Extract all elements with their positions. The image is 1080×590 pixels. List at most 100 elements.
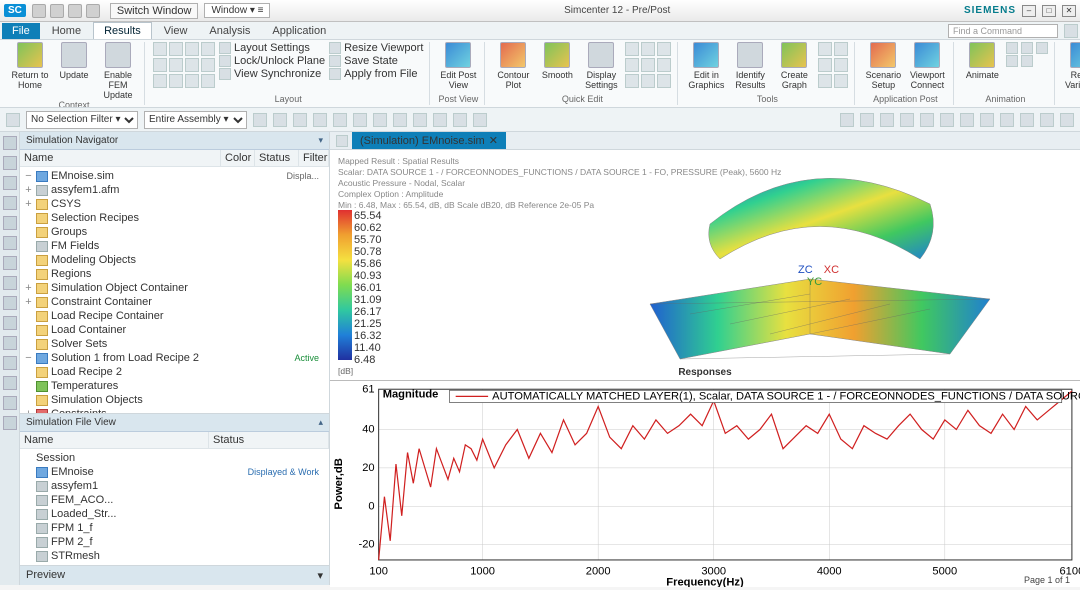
rail-icon[interactable]: [3, 276, 17, 290]
rail-icon[interactable]: [3, 356, 17, 370]
tree-node[interactable]: Solver Sets: [20, 337, 329, 351]
app-badge: SC: [4, 4, 26, 17]
tree-node[interactable]: +Simulation Object Container: [20, 281, 329, 295]
svg-text:Magnitude: Magnitude: [383, 388, 439, 400]
svg-text:3000: 3000: [701, 565, 726, 577]
save-state-button[interactable]: Save State: [329, 55, 423, 67]
sim-navigator-titlebar[interactable]: Simulation Navigator▾: [20, 132, 329, 150]
tree-node[interactable]: +assyfem1.afm: [20, 183, 329, 197]
tree-node[interactable]: +CSYS: [20, 197, 329, 211]
selection-filter-bar: No Selection Filter ▾ Entire Assembly ▾: [0, 108, 1080, 132]
edit-graphics-button[interactable]: Edit in Graphics: [686, 42, 726, 90]
selection-filter-dropdown[interactable]: No Selection Filter ▾: [26, 111, 138, 129]
tree-node[interactable]: Simulation Objects: [20, 393, 329, 407]
rail-icon[interactable]: [3, 176, 17, 190]
close-button[interactable]: ✕: [1062, 5, 1076, 17]
window-dropdown[interactable]: Window ▾ ≡: [204, 3, 270, 18]
rail-icon[interactable]: [3, 256, 17, 270]
svg-text:-20: -20: [358, 539, 374, 551]
edit-post-view-button[interactable]: Edit Post View: [438, 42, 478, 90]
tree-node[interactable]: FM Fields: [20, 239, 329, 253]
tree-node[interactable]: Load Container: [20, 323, 329, 337]
minimize-button[interactable]: –: [1022, 5, 1036, 17]
tree-node[interactable]: −Solution 1 from Load Recipe 2Active: [20, 351, 329, 365]
layout-grid[interactable]: [153, 42, 215, 88]
rail-icon[interactable]: [3, 336, 17, 350]
switch-window-button[interactable]: Switch Window: [110, 3, 199, 19]
xy-chart[interactable]: -200204061100100020003000400050006100Mag…: [330, 380, 1080, 587]
file-view-titlebar[interactable]: Simulation File View▴: [20, 414, 329, 432]
tree-node[interactable]: Modeling Objects: [20, 253, 329, 267]
lock-plane-button[interactable]: Lock/Unlock Plane: [219, 55, 325, 67]
qat-icon[interactable]: [86, 4, 100, 18]
qat-icon[interactable]: [32, 4, 46, 18]
result-variables-button[interactable]: Result Variables: [1063, 42, 1080, 90]
file-node[interactable]: assyfem1: [20, 479, 329, 493]
document-tabs: (Simulation) EMnoise.sim✕: [330, 132, 1080, 150]
return-home-button[interactable]: Return to Home: [10, 42, 50, 90]
scenario-setup-button[interactable]: Scenario Setup: [863, 42, 903, 90]
simulation-tree[interactable]: −EMnoise.simDispla... +assyfem1.afm+CSYS…: [20, 167, 329, 413]
rail-icon[interactable]: [3, 136, 17, 150]
command-search[interactable]: Find a Command: [948, 24, 1058, 38]
file-node[interactable]: Loaded_Str...: [20, 507, 329, 521]
rail-icon[interactable]: [3, 416, 17, 430]
resize-viewport-button[interactable]: Resize Viewport: [329, 42, 423, 54]
apply-file-button[interactable]: Apply from File: [329, 68, 423, 80]
animate-button[interactable]: Animate: [962, 42, 1002, 80]
view-triad: ZC XC YC: [798, 264, 839, 288]
tab-home[interactable]: Home: [42, 23, 91, 39]
result-viewport[interactable]: Mapped Result : Spatial ResultsScalar: D…: [330, 150, 1080, 380]
search-icon[interactable]: [1064, 24, 1078, 38]
quickedit-grid[interactable]: [625, 42, 671, 88]
rail-icon[interactable]: [3, 376, 17, 390]
layout-settings-button[interactable]: Layout Settings: [219, 42, 325, 54]
identify-results-button[interactable]: Identify Results: [730, 42, 770, 90]
tree-node[interactable]: Regions: [20, 267, 329, 281]
tree-node[interactable]: Temperatures: [20, 379, 329, 393]
contour-plot-button[interactable]: Contour Plot: [493, 42, 533, 90]
tree-node[interactable]: Load Recipe Container: [20, 309, 329, 323]
rail-icon[interactable]: [3, 296, 17, 310]
qat-icon[interactable]: [50, 4, 64, 18]
ribbon-group-animation: Animate Animation: [956, 42, 1055, 105]
file-node[interactable]: FEM_ACO...: [20, 493, 329, 507]
tree-root[interactable]: −EMnoise.simDispla...: [20, 169, 329, 183]
smooth-button[interactable]: Smooth: [537, 42, 577, 80]
tab-analysis[interactable]: Analysis: [199, 23, 260, 39]
tree-node[interactable]: Selection Recipes: [20, 211, 329, 225]
home-icon[interactable]: [336, 135, 348, 147]
ribbon-group-layout: Layout Settings Lock/Unlock Plane View S…: [147, 42, 430, 105]
assembly-dropdown[interactable]: Entire Assembly ▾: [144, 111, 247, 129]
tab-file[interactable]: File: [2, 23, 40, 39]
maximize-button[interactable]: □: [1042, 5, 1056, 17]
file-tree[interactable]: Session EMnoiseDisplayed & Workassyfem1F…: [20, 449, 329, 565]
responses-label: Responses: [678, 367, 731, 378]
preview-bar[interactable]: Preview▾: [20, 565, 329, 585]
document-tab[interactable]: (Simulation) EMnoise.sim✕: [352, 132, 506, 149]
rail-icon[interactable]: [3, 156, 17, 170]
qat-icon[interactable]: [68, 4, 82, 18]
file-node[interactable]: STRmesh: [20, 549, 329, 563]
tab-view[interactable]: View: [154, 23, 198, 39]
rail-icon[interactable]: [3, 236, 17, 250]
file-node[interactable]: FPM 1_f: [20, 521, 329, 535]
rail-icon[interactable]: [3, 196, 17, 210]
menubar: File Home Results View Analysis Applicat…: [0, 22, 1080, 40]
tree-node[interactable]: +Constraint Container: [20, 295, 329, 309]
tree-node[interactable]: Groups: [20, 225, 329, 239]
tab-results[interactable]: Results: [93, 22, 152, 39]
rail-icon[interactable]: [3, 396, 17, 410]
create-graph-button[interactable]: Create Graph: [774, 42, 814, 90]
view-sync-button[interactable]: View Synchronize: [219, 68, 325, 80]
tab-application[interactable]: Application: [262, 23, 336, 39]
content-area: (Simulation) EMnoise.sim✕ Mapped Result …: [330, 132, 1080, 585]
rail-icon[interactable]: [3, 316, 17, 330]
file-node[interactable]: FPM 2_f: [20, 535, 329, 549]
tree-node[interactable]: Load Recipe 2: [20, 365, 329, 379]
menu-icon[interactable]: [6, 113, 20, 127]
rail-icon[interactable]: [3, 216, 17, 230]
svg-text:2000: 2000: [586, 565, 611, 577]
viewport-connect-button[interactable]: Viewport Connect: [907, 42, 947, 90]
file-node[interactable]: EMnoiseDisplayed & Work: [20, 465, 329, 479]
